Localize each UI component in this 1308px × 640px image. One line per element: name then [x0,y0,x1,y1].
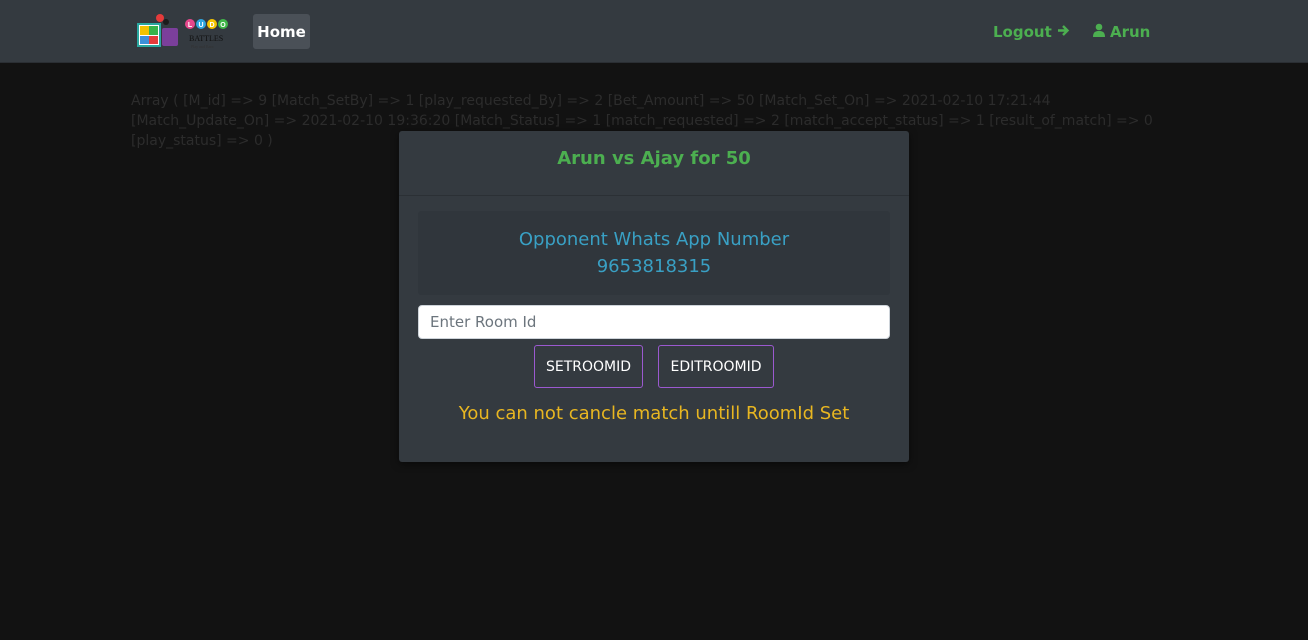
logo-letter-u: U [198,22,203,29]
room-id-input[interactable] [418,305,890,339]
nav-home-link[interactable]: Home [253,14,310,49]
logout-link[interactable]: Logout [993,20,1070,44]
nav-home-label: Home [257,22,306,41]
opponent-info-box: Opponent Whats App Number 9653818315 [418,211,890,295]
navbar: L U D O BATTLES Play and Earn Home Logou… [0,0,1308,63]
set-room-id-button[interactable]: SETROOMID [534,345,643,388]
match-title: Arun vs Ajay for 50 [557,147,751,169]
logo-battles-text: BATTLES [189,34,223,43]
user-name-label: Arun [1110,23,1151,41]
logo-tagline: Play and Earn [191,44,213,49]
edit-room-id-button[interactable]: EDITROOMID [658,345,774,388]
logo-letter-d: D [209,22,214,29]
logout-label: Logout [993,23,1052,41]
logo-letter-o: O [220,22,226,29]
match-modal: Arun vs Ajay for 50 Opponent Whats App N… [399,131,909,462]
opponent-number: 9653818315 [596,256,712,277]
cancel-warning-text: You can not cancle match untill RoomId S… [458,403,850,424]
user-profile-link[interactable]: Arun [1093,20,1150,44]
logo-letter-l: L [188,22,193,29]
ludo-battles-logo[interactable]: L U D O BATTLES Play and Earn [134,10,234,52]
user-icon [1093,23,1105,41]
opponent-label: Opponent Whats App Number [518,229,790,250]
modal-header: Arun vs Ajay for 50 [399,131,909,196]
arrow-right-icon [1057,23,1070,41]
